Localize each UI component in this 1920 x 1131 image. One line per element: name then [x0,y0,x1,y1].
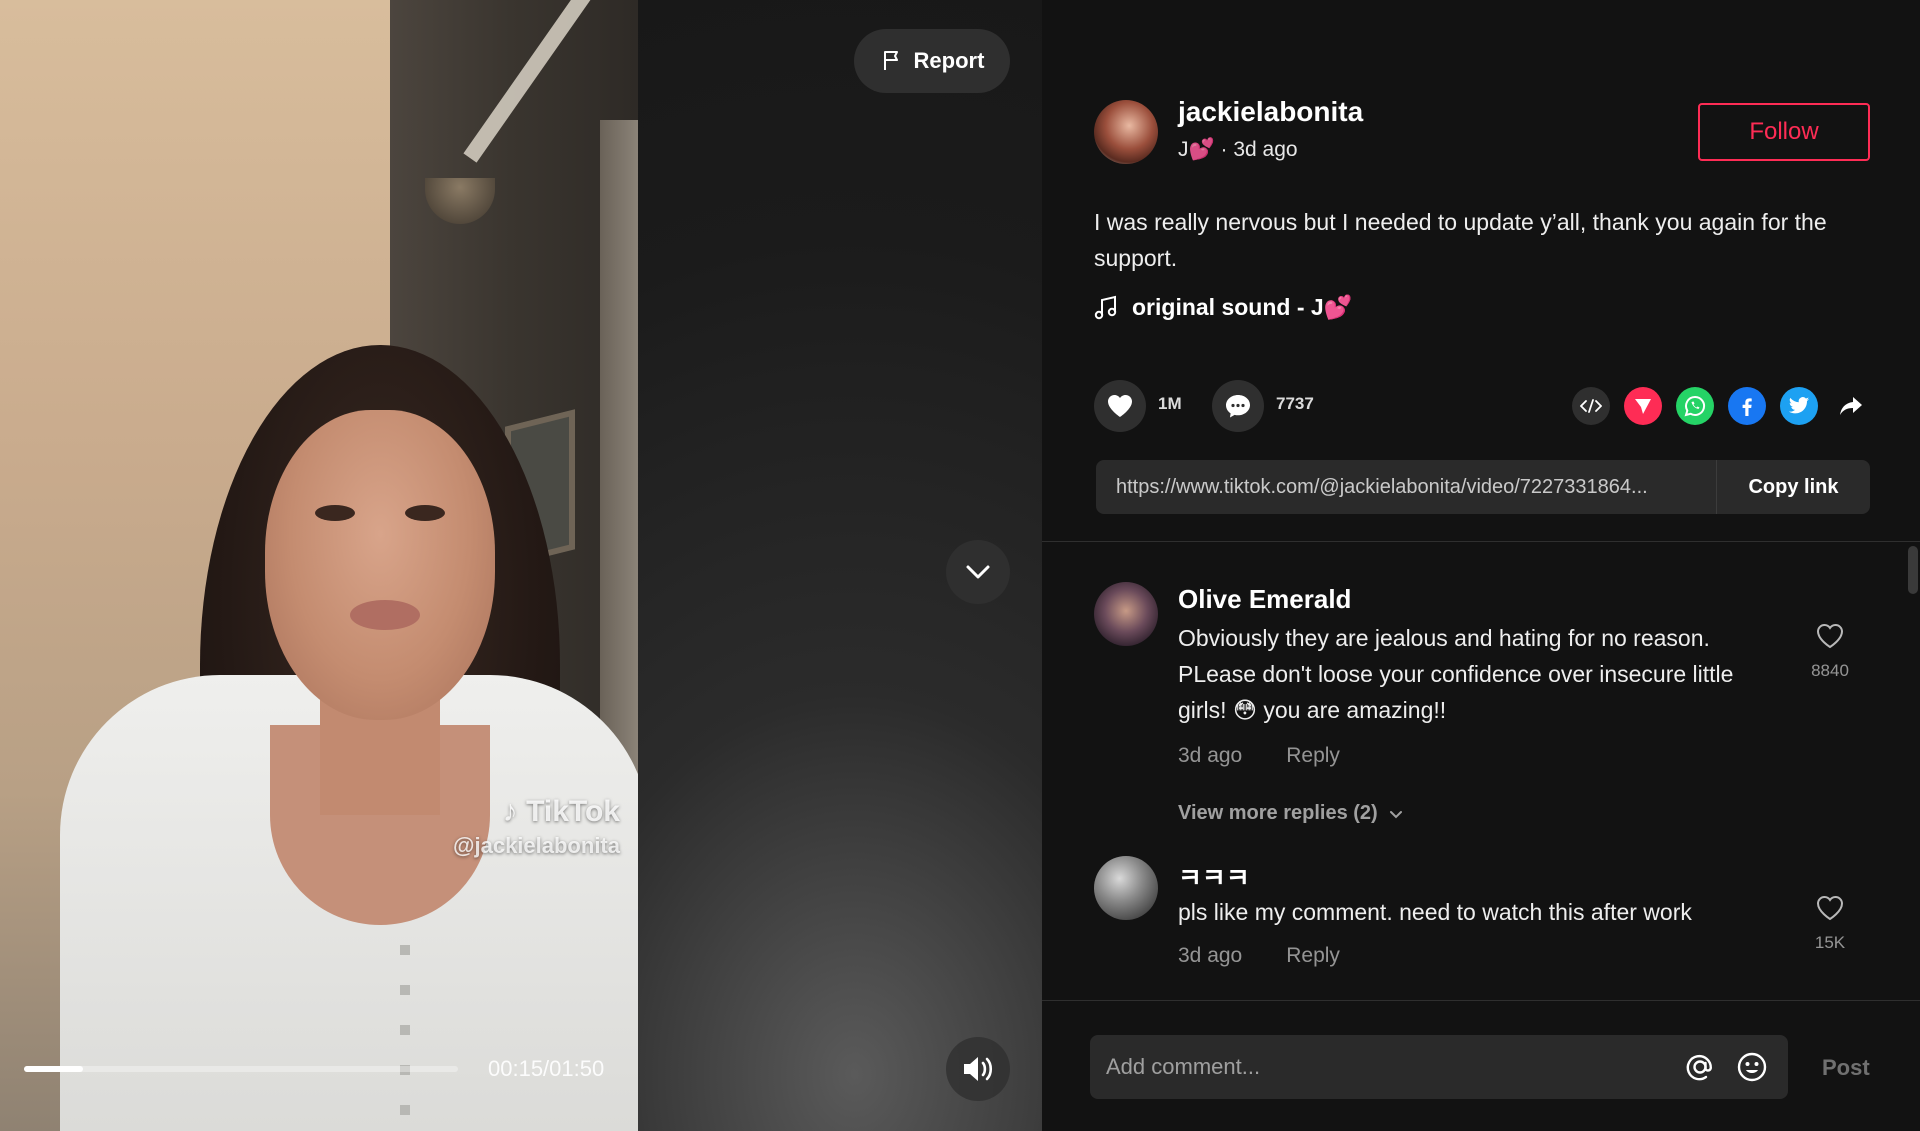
comment-like[interactable]: 8840 [1790,622,1870,681]
chevron-down-icon [966,565,990,579]
emoji-button[interactable] [1732,1047,1772,1087]
facebook-icon [1742,398,1752,416]
report-label: Report [913,48,985,73]
post-comment-button[interactable]: Post [1822,1055,1870,1081]
comment-time: 3d ago [1178,744,1243,767]
post-time: · 3d ago [1214,138,1298,161]
facebook-share-button[interactable] [1728,387,1766,425]
section-divider [1042,541,1920,542]
share-arrow-icon [1840,397,1862,415]
tiktok-logo-icon: ♪ [502,795,527,828]
twitter-icon [1788,397,1810,414]
send-to-friends-button[interactable] [1624,387,1662,425]
whatsapp-share-button[interactable] [1676,387,1714,425]
heart-outline-icon [1816,623,1844,649]
emoji-icon [1737,1052,1767,1082]
ceiling-lamp [425,178,495,224]
music-link[interactable]: original sound - J💕 [1094,294,1352,321]
heart-outline-icon [1816,895,1844,921]
commenter-avatar[interactable] [1094,856,1158,920]
share-link-url[interactable]: https://www.tiktok.com/@jackielabonita/v… [1096,476,1716,499]
twitter-share-button[interactable] [1780,387,1818,425]
comment-meta: 3d ago Reply [1178,744,1340,768]
video-description: I was really nervous but I needed to upd… [1094,209,1827,271]
follow-button[interactable]: Follow [1698,103,1870,161]
music-title: original sound - J💕 [1132,294,1353,320]
commenter-name[interactable]: ㅋㅋㅋ [1178,858,1250,895]
embed-button[interactable] [1572,387,1610,425]
video-progress-bar[interactable] [24,1066,458,1072]
video-progress-fill [24,1066,84,1072]
heart-icon [1108,395,1132,417]
like-button[interactable] [1094,380,1146,432]
comment-like[interactable]: 15K [1790,894,1870,953]
chevron-down-icon [1389,810,1402,818]
comment-like-count: 15K [1814,933,1846,952]
volume-icon [964,1057,993,1081]
video-area[interactable]: ♪ TikTok @jackielabonita 00:15/01:50 Rep… [0,0,1042,1131]
tiktok-watermark: ♪ TikTok @jackielabonita [453,795,620,859]
next-video-button[interactable] [946,540,1010,604]
reply-button[interactable]: Reply [1286,944,1340,968]
comment-input[interactable]: Add comment... [1106,1054,1668,1080]
more-share-button[interactable] [1832,387,1870,425]
video-person [60,345,638,1131]
tiktok-video-page: ♪ TikTok @jackielabonita 00:15/01:50 Rep… [0,0,1920,1131]
comment-bubble-icon [1226,395,1250,418]
details-panel: jackielabonita J💕 · 3d ago Follow I was … [1042,0,1920,1131]
commenter-name[interactable]: Olive Emerald [1178,584,1351,615]
action-bar: 1M 7737 [1094,380,1870,432]
composer-divider [1042,1000,1920,1001]
author-avatar[interactable] [1094,100,1158,164]
comment-item: ㅋㅋㅋ pls like my comment. need to watch t… [1094,856,1870,986]
video-time: 00:15/01:50 [488,1056,605,1081]
send-icon [1635,399,1651,414]
mention-button[interactable] [1680,1047,1720,1087]
comment-text: Obviously they are jealous and hating fo… [1178,625,1734,723]
volume-button[interactable] [946,1037,1010,1101]
flag-icon [883,51,898,70]
commenter-avatar[interactable] [1094,582,1158,646]
report-button[interactable]: Report [854,29,1010,93]
comment-text: pls like my comment. need to watch this … [1178,899,1692,925]
comment-button[interactable] [1212,380,1264,432]
watermark-brand: ♪ TikTok [502,795,620,828]
view-more-replies[interactable]: View more replies (2) [1178,802,1404,825]
watermark-handle: @jackielabonita [453,833,620,858]
author-username[interactable]: jackielabonita [1178,96,1363,128]
comment-meta: 3d ago Reply [1178,944,1340,968]
comment-time: 3d ago [1178,944,1243,967]
like-count: 1M [1158,394,1182,413]
at-sign-icon [1686,1055,1713,1081]
author-nickname: J💕 [1178,138,1215,161]
comments-scrollbar[interactable] [1908,546,1918,594]
video-player[interactable]: ♪ TikTok @jackielabonita 00:15/01:50 [0,0,638,1131]
reply-button[interactable]: Reply [1286,744,1340,768]
copy-link-button[interactable]: Copy link [1716,460,1870,514]
view-more-label: View more replies (2) [1178,802,1378,824]
comment-like-count: 8840 [1811,661,1849,680]
embed-icon [1580,399,1602,413]
comment-item: Olive Emerald Obviously they are jealous… [1094,582,1870,792]
share-link-box: https://www.tiktok.com/@jackielabonita/v… [1096,460,1870,514]
author-meta: J💕 · 3d ago [1178,138,1298,162]
music-note-icon [1094,295,1117,319]
comment-count: 7737 [1276,394,1314,413]
whatsapp-icon [1684,395,1706,417]
comment-composer[interactable]: Add comment... [1090,1035,1788,1099]
